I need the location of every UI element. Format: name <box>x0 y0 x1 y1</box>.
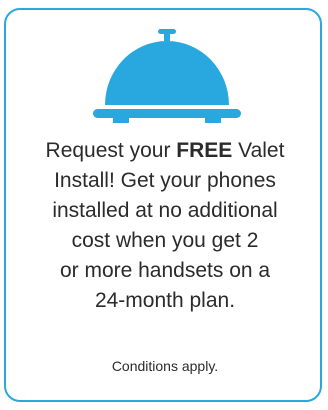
free-emphasis: FREE <box>176 139 233 162</box>
promo-message: Request your FREE Valet Install! Get you… <box>6 136 324 316</box>
promo-line-6: 24-month plan. <box>94 289 236 312</box>
service-bell-icon <box>93 29 241 123</box>
promo-line-2: Install! Get your phones <box>54 169 276 192</box>
promo-line-5: or more handsets on a <box>59 259 271 282</box>
promo-line-4: cost when you get 2 <box>71 229 259 252</box>
promo-line-3: installed at no additional <box>52 199 278 222</box>
promo-line-1: Request your FREE Valet <box>45 139 285 162</box>
promo-card: Request your FREE Valet Install! Get you… <box>4 8 322 402</box>
conditions-note: Conditions apply. <box>111 358 219 374</box>
